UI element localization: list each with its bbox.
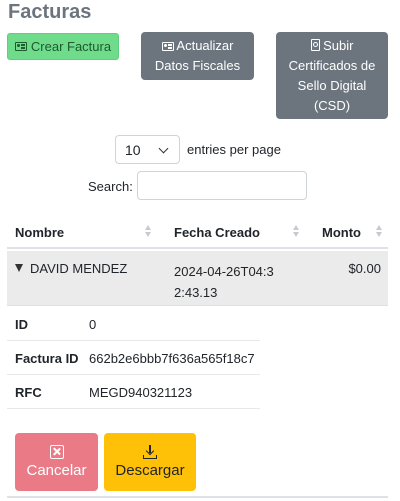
cancel-label: Cancelar xyxy=(26,462,87,479)
detail-row-rfc: RFC MEGD940321123 xyxy=(7,375,260,409)
chevron-down-icon xyxy=(158,143,169,154)
page-size-select[interactable]: 10 xyxy=(115,135,180,164)
upload-csd-button[interactable]: Subir Certificados de Sello Digital (CSD… xyxy=(276,32,388,119)
update-fiscal-label-2: Datos Fiscales xyxy=(154,58,241,73)
entries-per-page-label: entries per page xyxy=(187,142,281,157)
sort-icon[interactable] xyxy=(145,225,151,239)
id-card-icon xyxy=(161,42,174,51)
detail-label: RFC xyxy=(15,385,42,400)
cell-fecha-creado: 2024-04-26T04:32:43.13 xyxy=(174,264,274,300)
cell-monto: $0.00 xyxy=(348,261,381,276)
cell-nombre: DAVID MENDEZ xyxy=(30,261,128,276)
sort-icon[interactable] xyxy=(293,225,299,239)
file-certificate-icon xyxy=(310,38,320,51)
download-icon xyxy=(143,445,157,459)
detail-row-id: ID 0 xyxy=(7,307,260,341)
download-invoice-button[interactable]: Descargar xyxy=(104,433,196,491)
update-fiscal-label-1: Actualizar xyxy=(176,38,234,53)
search-input[interactable] xyxy=(137,171,307,200)
column-header-monto[interactable]: Monto xyxy=(322,225,361,240)
id-card-icon xyxy=(14,42,27,51)
upload-csd-label-1: Subir xyxy=(323,37,354,53)
detail-value: MEGD940321123 xyxy=(89,385,193,400)
update-fiscal-data-button[interactable]: Actualizar Datos Fiscales xyxy=(141,32,254,80)
detail-label: ID xyxy=(15,317,28,332)
upload-csd-label-3: Sello Digital xyxy=(297,77,367,93)
page-size-value: 10 xyxy=(125,141,141,158)
cancel-invoice-button[interactable]: Cancelar xyxy=(15,433,98,491)
table-header: Nombre Fecha Creado Monto xyxy=(7,218,388,249)
search-label: Search: xyxy=(88,179,133,194)
column-header-fecha[interactable]: Fecha Creado xyxy=(174,225,260,240)
download-label: Descargar xyxy=(115,462,185,479)
x-square-icon xyxy=(49,445,64,459)
detail-label: Factura ID xyxy=(15,351,79,366)
page-title: Facturas xyxy=(8,1,92,23)
sort-icon[interactable] xyxy=(376,225,382,239)
detail-row-factura-id: Factura ID 662b2e6bbb7f636a565f18c7 xyxy=(7,341,260,375)
detail-value: 662b2e6bbb7f636a565f18c7 xyxy=(89,351,255,366)
expand-toggle-icon[interactable] xyxy=(15,264,23,272)
table-divider xyxy=(7,496,388,498)
upload-csd-label-4: (CSD) xyxy=(313,97,351,113)
table-row[interactable]: DAVID MENDEZ 2024-04-26T04:32:43.13 $0.0… xyxy=(7,251,388,306)
create-invoice-label: Crear Factura xyxy=(30,39,112,54)
column-header-nombre[interactable]: Nombre xyxy=(15,225,64,240)
detail-value: 0 xyxy=(89,317,97,332)
create-invoice-button[interactable]: Crear Factura xyxy=(7,33,119,60)
upload-csd-label-2: Certificados de xyxy=(288,57,376,73)
